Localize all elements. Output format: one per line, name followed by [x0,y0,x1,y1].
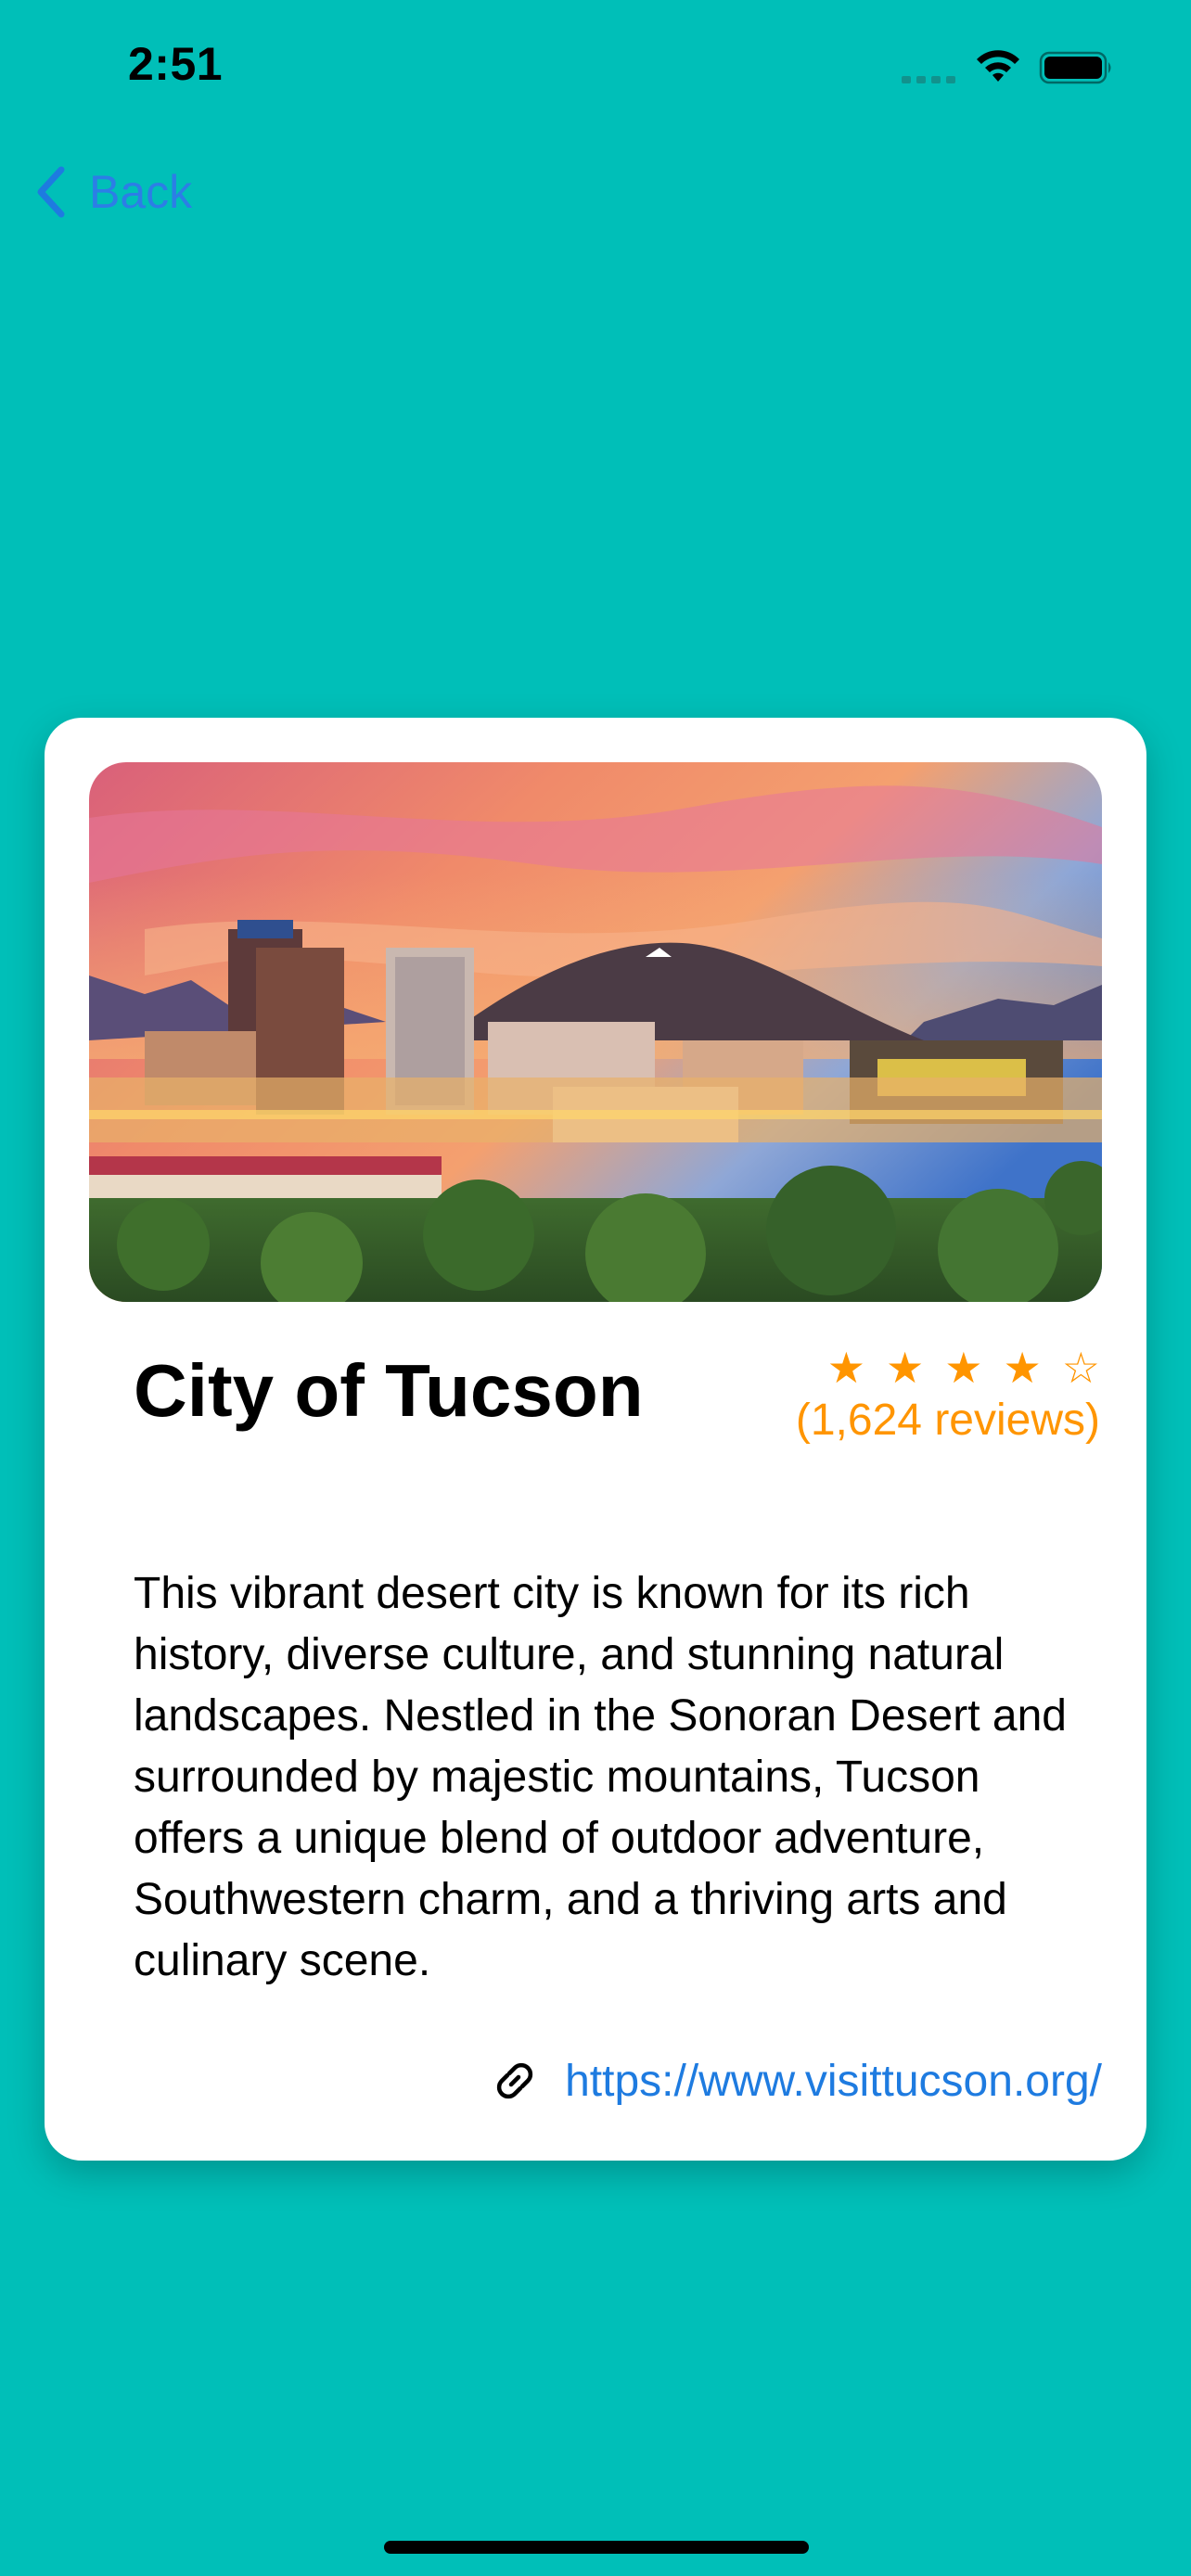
place-card: City of Tucson ★ ★ ★ ★ ☆ (1,624 reviews)… [45,718,1146,2161]
star-rating: ★ ★ ★ ★ ☆ [796,1345,1100,1391]
wifi-icon [977,50,1019,82]
link-icon [496,2062,533,2099]
star-filled-icon: ★ [1003,1344,1042,1392]
status-bar: 2:51 [0,0,1191,130]
star-filled-icon: ★ [944,1344,983,1392]
home-indicator[interactable] [384,2541,809,2554]
status-time: 2:51 [128,38,224,90]
back-label: Back [89,166,193,218]
rating: ★ ★ ★ ★ ☆ (1,624 reviews) [796,1345,1100,1446]
place-title: City of Tucson [134,1349,644,1432]
back-button[interactable]: Back [33,159,192,224]
star-filled-icon: ★ [886,1344,925,1392]
tucson-skyline-image [89,762,1102,1302]
star-empty-icon: ☆ [1061,1344,1100,1392]
star-filled-icon: ★ [826,1344,865,1392]
place-description: This vibrant desert city is known for it… [134,1569,1067,1985]
website-url[interactable]: https://www.visittucson.org/ [565,2056,1102,2107]
review-count: (1,624 reviews) [795,1396,1100,1445]
website-link[interactable]: https://www.visittucson.org/ [489,2055,1102,2107]
chevron-left-icon [37,166,65,218]
cellular-signal-icon [902,76,955,83]
battery-icon [1039,51,1111,84]
